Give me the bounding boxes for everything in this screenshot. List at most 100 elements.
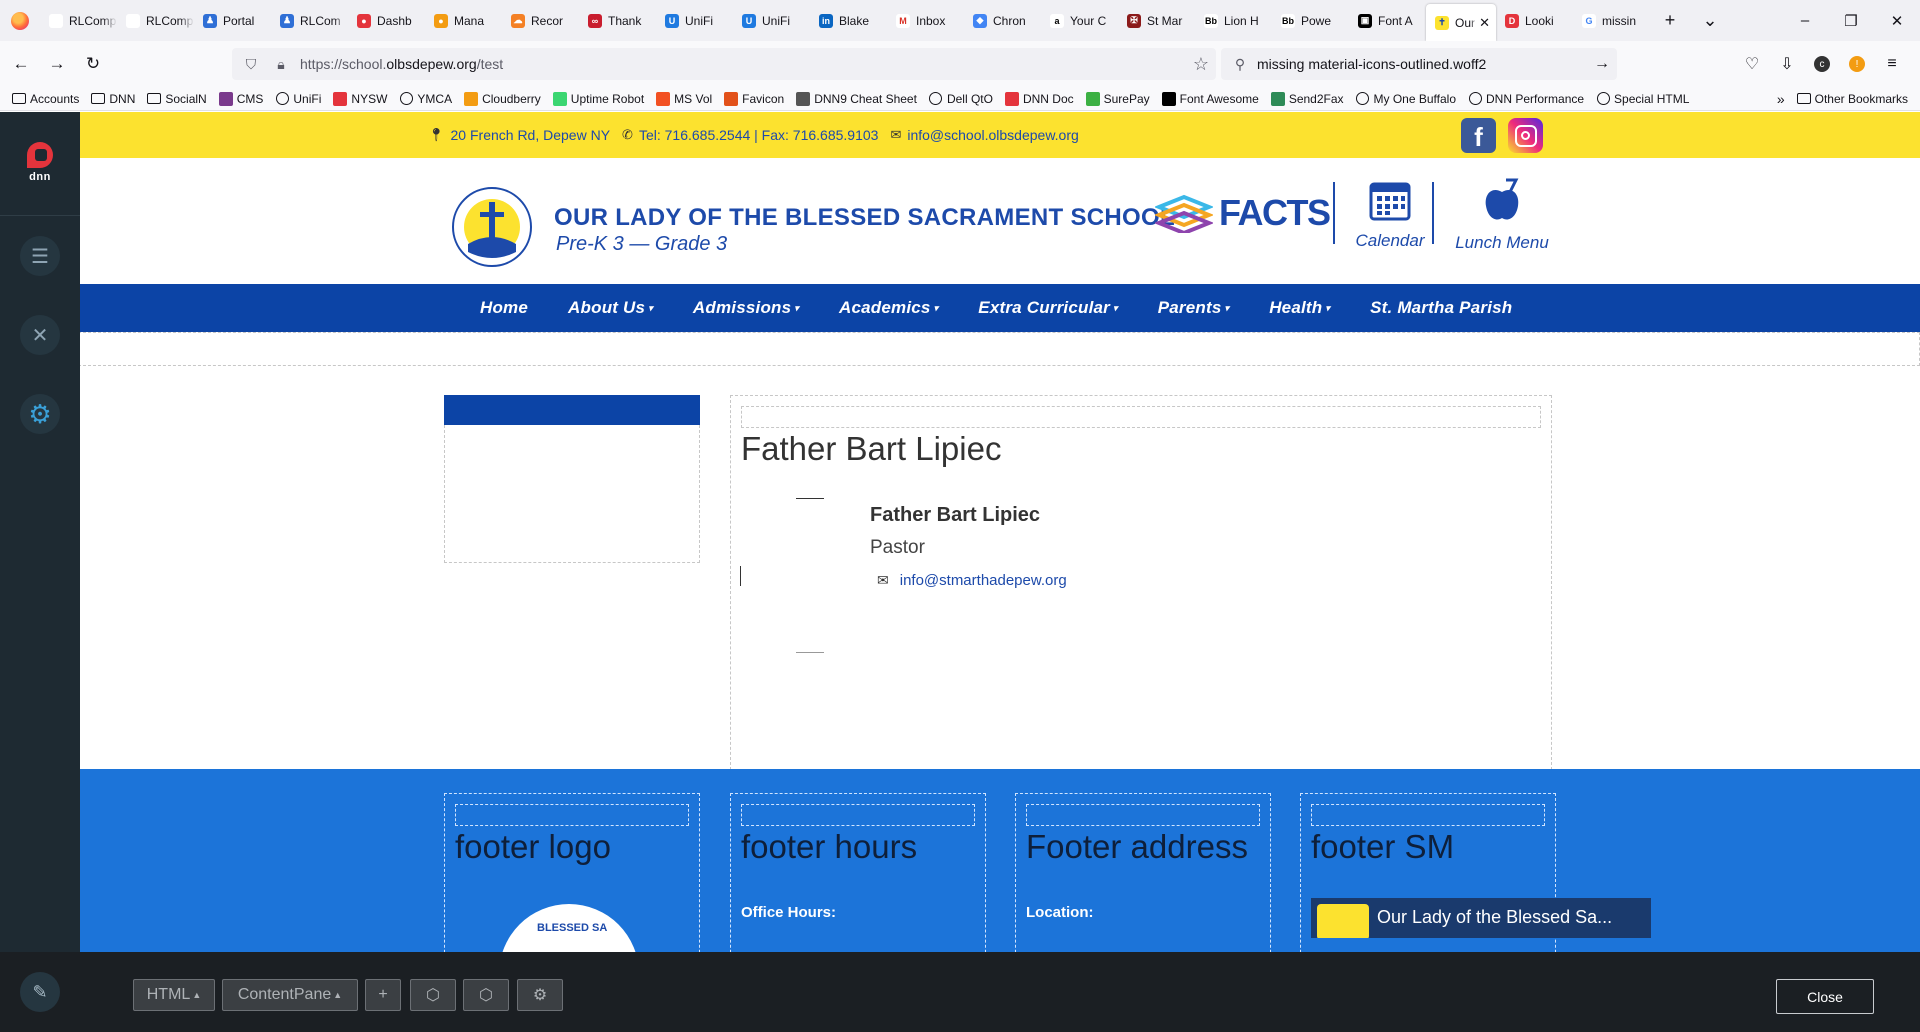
browser-tab[interactable]: M Inbox [887,0,964,41]
content-icon[interactable]: ☰ [20,236,60,276]
settings-gear-icon[interactable]: ⚙ [20,394,60,434]
lock-icon[interactable]: 🔒︎ [270,56,292,73]
tools-icon[interactable]: ✕ [20,315,60,355]
menu-icon[interactable]: ≡ [1877,49,1907,79]
url-text[interactable]: https://school.olbsdepew.org/test [300,56,1186,72]
video-title[interactable]: Our Lady of the Blessed Sa... [1377,907,1612,928]
account-icon[interactable]: c [1807,49,1837,79]
module-type-button[interactable]: HTML ▲ [133,979,215,1011]
bookmark-item[interactable]: DNN Performance [1468,92,1584,106]
bookmark-item[interactable]: Uptime Robot [552,91,644,106]
restore-button[interactable]: ❐ [1828,0,1874,41]
nav-item[interactable]: Parents ▾ [1158,298,1229,318]
bookmark-item[interactable]: SocialN [147,92,207,106]
browser-tab[interactable]: U UniFi [656,0,733,41]
bookmark-item[interactable]: YMCA [399,92,452,106]
bookmarks-overflow-icon[interactable]: » [1777,91,1785,107]
browser-tab[interactable]: ▣ Font A [1349,0,1426,41]
browser-tab[interactable]: RLCompu [117,0,194,41]
back-button[interactable]: ← [6,49,36,79]
firefox-icon[interactable] [0,0,40,41]
browser-tab[interactable]: ♟ Portal [194,0,271,41]
tab-favicon-icon: M [896,13,910,28]
browser-tab[interactable]: a Your C [1041,0,1118,41]
nav-item[interactable]: Admissions ▾ [693,298,799,318]
dnn-logo[interactable]: dnn [25,142,55,183]
tab-close-icon[interactable]: ✕ [1479,15,1490,31]
bookmark-item[interactable]: Dell QtO [929,92,993,106]
facts-logo[interactable]: FACTS [1155,192,1331,234]
facebook-icon[interactable]: f [1461,118,1496,153]
bookmark-item[interactable]: SurePay [1085,91,1150,106]
nav-item[interactable]: St. Martha Parish [1370,298,1512,318]
url-bar[interactable]: ⛉ 🔒︎ https://school.olbsdepew.org/test ☆ [232,48,1216,80]
close-button[interactable]: Close [1776,979,1874,1014]
browser-tab[interactable]: D Looki [1496,0,1573,41]
module-settings-gear-icon[interactable]: ⚙ [517,979,563,1011]
bookmark-item[interactable]: Cloudberry [464,91,541,106]
bookmark-item[interactable]: CMS [218,91,263,106]
email-link[interactable]: info@school.olbsdepew.org [907,127,1078,143]
close-window-button[interactable]: ✕ [1874,0,1920,41]
cube-icon[interactable]: ⬡ [410,979,456,1011]
pane-select-button[interactable]: ContentPane ▲ [222,979,358,1011]
calendar-link[interactable]: Calendar [1350,178,1430,251]
nav-item[interactable]: Extra Curricular ▾ [978,298,1117,318]
bookmark-item[interactable]: MS Vol [656,91,712,106]
school-name[interactable]: OUR LADY OF THE BLESSED SACRAMENT SCHOOL [554,204,1175,232]
extension-icon[interactable]: ! [1842,49,1872,79]
shield-icon[interactable]: ⛉ [240,56,262,73]
bookmark-item[interactable]: DNN [91,92,135,106]
nav-item[interactable]: Home [480,298,528,318]
cube-export-icon[interactable]: ⬡ [463,979,509,1011]
browser-tab[interactable]: U UniFi [733,0,810,41]
tab-list-button[interactable]: ⌄ [1690,0,1730,41]
search-bar[interactable]: ⚲ missing material-icons-outlined.woff2 … [1221,48,1617,80]
forward-button[interactable]: → [42,49,72,79]
browser-tab[interactable]: ♟ RLCom [271,0,348,41]
bookmark-item[interactable]: My One Buffalo [1356,92,1456,106]
bookmark-item[interactable]: Favicon [724,91,784,106]
bookmark-item[interactable]: Send2Fax [1270,91,1344,106]
browser-tab[interactable]: Bb Lion H [1195,0,1272,41]
nav-item-label: Parents [1157,298,1222,317]
nav-item[interactable]: About Us ▾ [568,298,653,318]
browser-tab[interactable]: Bb Powe [1272,0,1349,41]
browser-tab[interactable]: Gmissin [1573,0,1650,41]
browser-tab[interactable]: ☁ Recor [502,0,579,41]
edit-pencil-icon[interactable]: ✎ [20,972,60,1012]
search-input[interactable]: missing material-icons-outlined.woff2 [1257,56,1587,72]
bookmark-star-icon[interactable]: ☆ [1186,54,1216,75]
nav-item[interactable]: Academics ▾ [839,298,938,318]
video-thumbnail[interactable]: Our Lady of the Blessed Sa... [1311,898,1651,938]
browser-tab[interactable]: ◆ Chron [964,0,1041,41]
search-go-icon[interactable]: → [1587,55,1617,73]
address-link[interactable]: 20 French Rd, Depew NY [451,127,611,143]
nav-item[interactable]: Health ▾ [1269,298,1330,318]
minimize-button[interactable]: – [1782,0,1828,41]
bookmark-item[interactable]: UniFi [275,92,321,106]
other-bookmarks[interactable]: Other Bookmarks [1796,92,1908,106]
browser-tab[interactable]: RLCompu [40,0,117,41]
staff-email-link[interactable]: info@stmarthadepew.org [900,572,1067,589]
bookmark-item[interactable]: Font Awesome [1161,91,1259,106]
bookmark-item[interactable]: DNN9 Cheat Sheet [796,91,917,106]
bookmark-item[interactable]: DNN Doc [1004,91,1074,106]
downloads-icon[interactable]: ⇩ [1772,49,1802,79]
school-seal-logo[interactable] [448,186,536,268]
browser-tab[interactable]: ● Mana [425,0,502,41]
browser-tab[interactable]: ● Dashb [348,0,425,41]
browser-tab[interactable]: ✠ St Mar [1118,0,1195,41]
bookmark-item[interactable]: NYSW [333,91,387,106]
reload-button[interactable]: ↻ [78,49,108,79]
add-module-button[interactable]: + [365,979,401,1011]
browser-tab[interactable]: ∞ Thank [579,0,656,41]
lunch-menu-link[interactable]: Lunch Menu [1452,178,1552,253]
bookmark-item[interactable]: Special HTML [1596,92,1689,106]
browser-tab[interactable]: in Blake [810,0,887,41]
bookmark-item[interactable]: Accounts [12,92,79,106]
instagram-icon[interactable] [1508,118,1543,153]
browser-tab[interactable]: ✝ Our ✕ [1426,4,1496,41]
new-tab-button[interactable]: + [1650,0,1690,41]
pocket-icon[interactable]: ♡ [1737,49,1767,79]
